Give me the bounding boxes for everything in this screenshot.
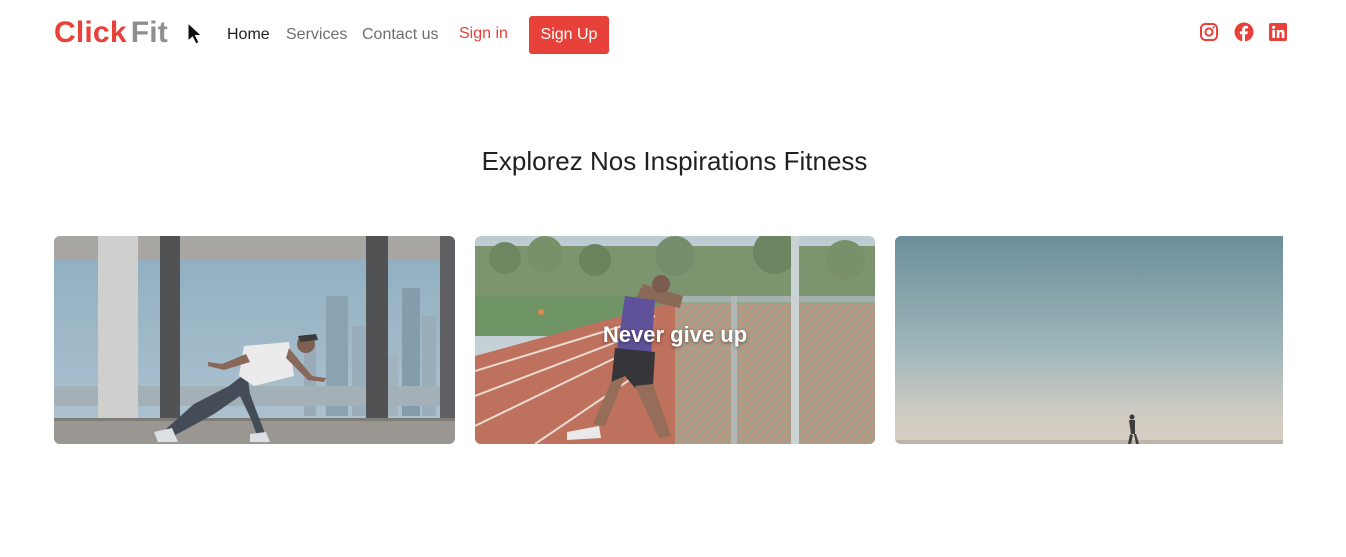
inspiration-card-open-sky[interactable] [895, 236, 1283, 444]
nav-link-services[interactable]: Services [286, 26, 347, 44]
sprinter-photo [54, 236, 455, 444]
instagram-icon [1200, 23, 1218, 41]
card-caption: Never give up [602, 322, 748, 347]
instagram-link[interactable] [1199, 22, 1219, 42]
facebook-link[interactable] [1234, 22, 1254, 42]
mouse-pointer-icon [187, 22, 203, 45]
brand-click-text: Click [54, 16, 127, 49]
inspiration-card-stretch[interactable]: Never give up [475, 236, 875, 444]
navbar: Click Fit Home Services Contact us Sign i… [0, 0, 1346, 70]
nav-link-contact[interactable]: Contact us [362, 26, 438, 44]
facebook-icon [1234, 22, 1254, 42]
linkedin-icon [1269, 23, 1287, 41]
sign-up-button[interactable]: Sign Up [529, 16, 609, 54]
section-title: Explorez Nos Inspirations Fitness [481, 146, 868, 176]
linkedin-link[interactable] [1268, 22, 1288, 42]
brand-fit-text: Fit [130, 16, 168, 49]
open-sky-runner-photo [895, 236, 1283, 444]
sign-in-link[interactable]: Sign in [459, 25, 508, 43]
inspiration-card-sprint[interactable] [54, 236, 455, 444]
brand-logo[interactable]: Click Fit [54, 16, 168, 50]
nav-link-home[interactable]: Home [227, 26, 270, 44]
